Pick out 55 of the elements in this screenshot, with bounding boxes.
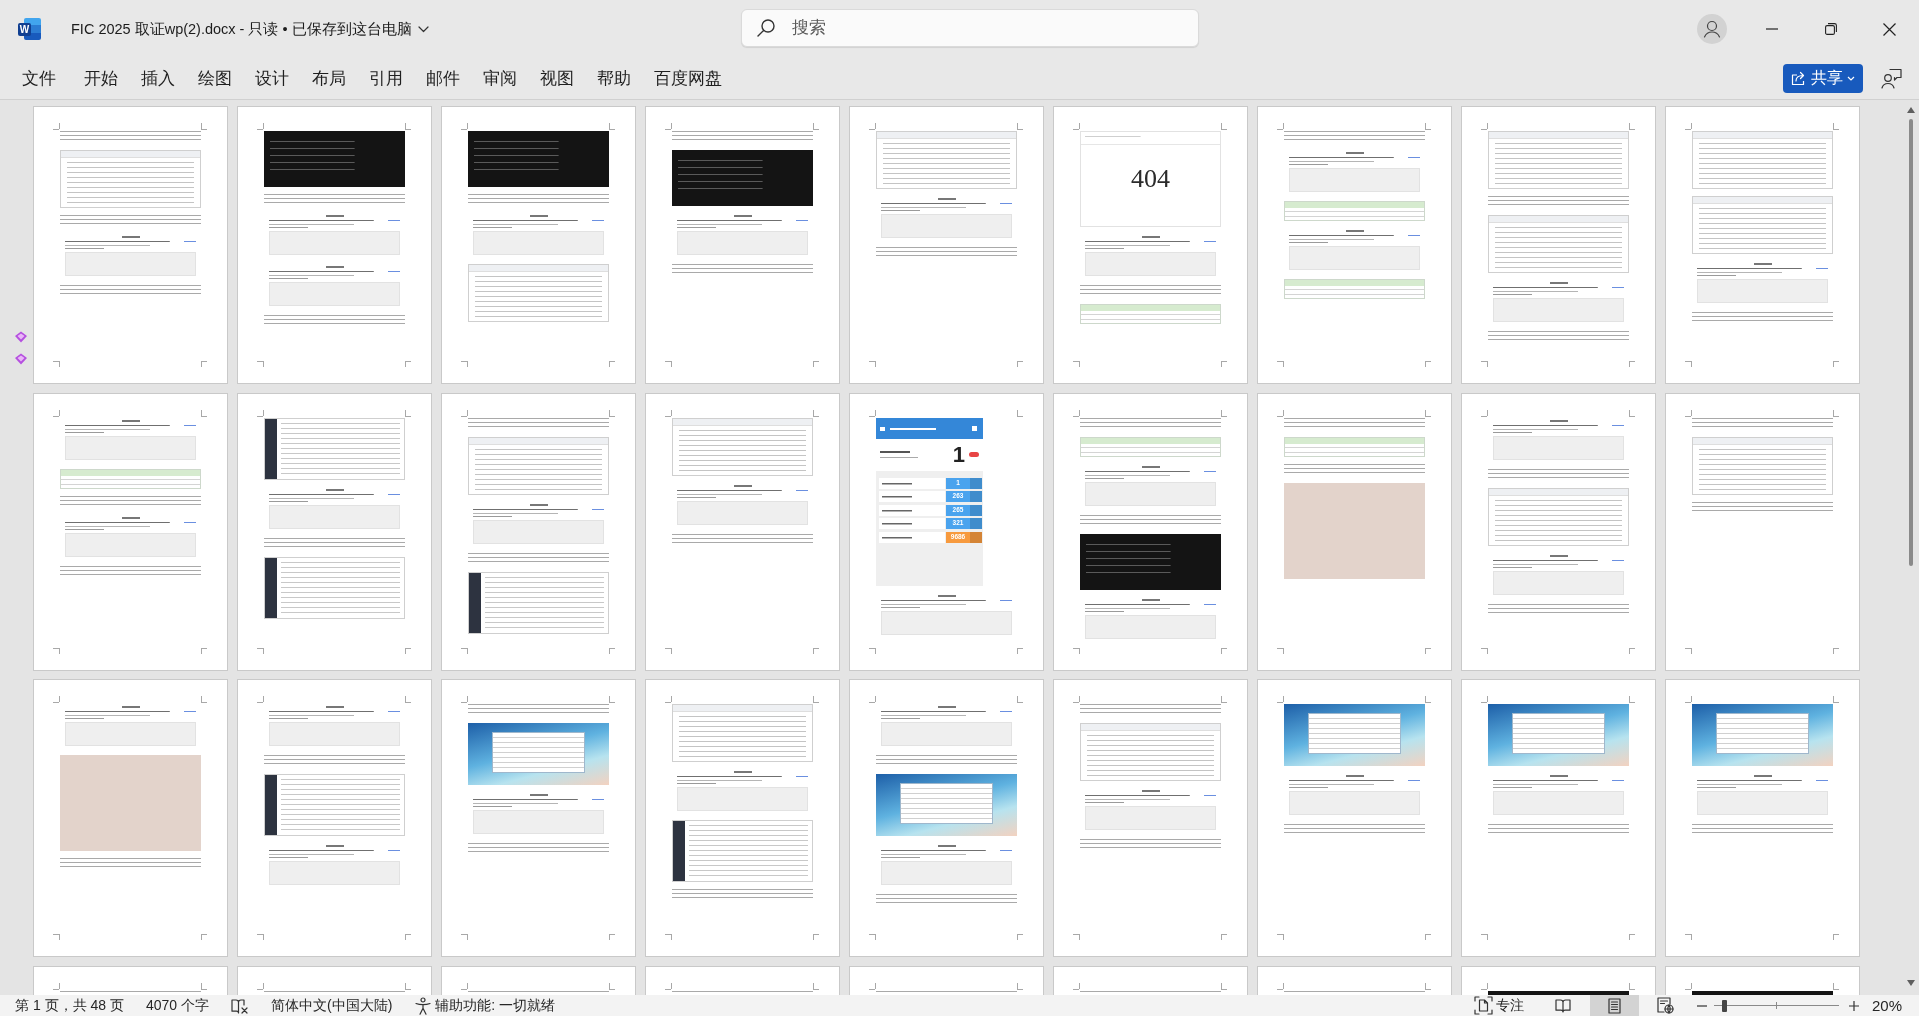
minus-icon bbox=[1696, 1004, 1707, 1007]
page-count-button[interactable]: 第 1 页，共 48 页 bbox=[4, 995, 135, 1016]
share-icon bbox=[1791, 71, 1807, 86]
label-lines-drawing bbox=[879, 531, 945, 543]
document-title-button[interactable]: FIC 2025 取证wp(2).docx - 只读 • 已保存到这台电脑 bbox=[71, 19, 429, 39]
restore-icon bbox=[1824, 23, 1837, 35]
ribbon-tab[interactable]: 插入 bbox=[129, 61, 187, 96]
chevron-down-icon bbox=[417, 25, 429, 33]
ribbon-tab[interactable]: 布局 bbox=[300, 61, 358, 96]
book-icon bbox=[1555, 998, 1572, 1013]
ribbon-tab[interactable]: 帮助 bbox=[585, 61, 643, 96]
ribbon-tab[interactable]: 引用 bbox=[357, 61, 415, 96]
search-field[interactable]: 搜索 bbox=[741, 9, 1199, 47]
user-avatar-icon[interactable] bbox=[1697, 14, 1727, 44]
plus-icon bbox=[1848, 1000, 1859, 1011]
ribbon-tab[interactable]: 绘图 bbox=[186, 61, 244, 96]
page-icon bbox=[1607, 997, 1621, 1014]
focus-button[interactable]: 专注 bbox=[1462, 995, 1535, 1016]
zoom-level-text[interactable]: 20% bbox=[1871, 997, 1902, 1014]
big-number-text: 1 bbox=[952, 443, 965, 466]
scroll-down-icon[interactable] bbox=[1907, 980, 1915, 986]
view-button[interactable] bbox=[1589, 995, 1639, 1016]
person-speech-icon bbox=[1881, 68, 1902, 89]
marker-icon[interactable] bbox=[14, 353, 28, 365]
search-icon bbox=[756, 18, 776, 38]
label-lines-drawing bbox=[879, 504, 945, 516]
ribbon-tab[interactable]: 审阅 bbox=[471, 61, 529, 96]
word-count-button[interactable]: 4070 个字 bbox=[134, 995, 220, 1016]
ribbon-tab[interactable]: 百度网盘 bbox=[642, 61, 734, 96]
minimize-icon bbox=[1765, 28, 1778, 30]
comments-button[interactable] bbox=[1881, 68, 1902, 89]
ribbon-tab[interactable]: 邮件 bbox=[414, 61, 472, 96]
marker-icon[interactable] bbox=[14, 331, 28, 343]
label-lines-drawing bbox=[879, 518, 945, 529]
label-lines-drawing bbox=[879, 491, 945, 502]
language-button[interactable]: 简体中文(中国大陆) bbox=[259, 995, 404, 1016]
focus-page-icon bbox=[1473, 996, 1493, 1015]
tag-icon bbox=[969, 452, 979, 457]
scrollbar-thumb[interactable] bbox=[1909, 119, 1913, 566]
chevron-down-icon bbox=[1847, 76, 1855, 81]
ribbon-tab[interactable]: 开始 bbox=[72, 61, 130, 96]
scroll-up-icon[interactable] bbox=[1907, 107, 1915, 113]
error-code-text: 404 bbox=[1131, 166, 1170, 192]
label-lines-drawing bbox=[879, 477, 945, 489]
close-icon bbox=[1883, 22, 1896, 36]
slider-thumb[interactable] bbox=[1721, 999, 1727, 1012]
web-page-icon bbox=[1656, 997, 1674, 1014]
ribbon-tab[interactable]: 设计 bbox=[243, 61, 301, 96]
ribbon-tab[interactable]: 视图 bbox=[528, 61, 586, 96]
app-logo: W bbox=[18, 18, 41, 40]
ribbon-tab[interactable]: 文件 bbox=[10, 61, 68, 96]
share-button[interactable]: 共享 bbox=[1783, 64, 1863, 93]
accessibility-button[interactable]: 辅助功能: 一切就绪 bbox=[403, 995, 567, 1016]
book-cross-icon bbox=[230, 997, 249, 1014]
accessibility-person-icon bbox=[414, 996, 433, 1015]
